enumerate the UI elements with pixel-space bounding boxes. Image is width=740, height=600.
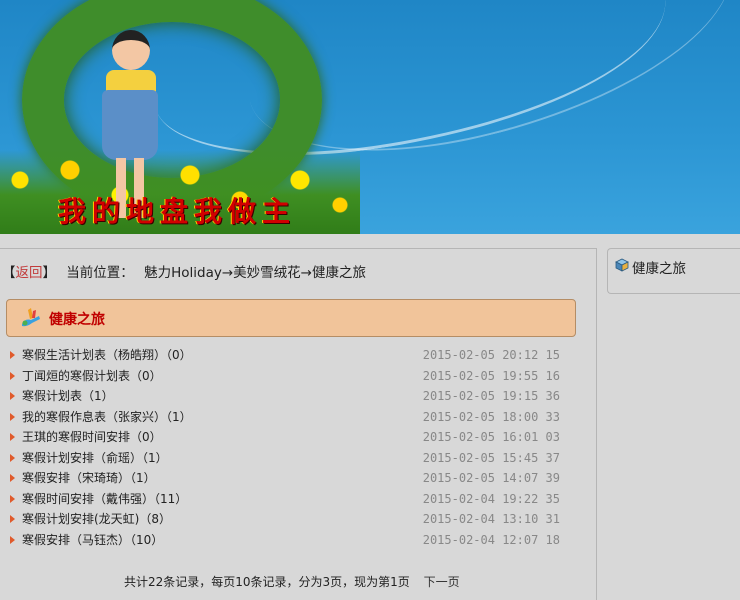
article-link[interactable]: 寒假计划表（1） (22, 386, 114, 406)
banner-title: 我的地盘我做主 (58, 195, 297, 228)
article-date: 2015-02-05 19:15 36 (422, 389, 560, 403)
arrow-bullet-icon (10, 535, 15, 544)
article-link[interactable]: 寒假安排（马钰杰）（10） (22, 530, 163, 550)
arrow-bullet-icon (10, 412, 15, 421)
list-item[interactable]: 寒假计划安排(龙天虹)（8） 2015-02-04 13:10 31 (10, 509, 566, 530)
sidebar-box: 健康之旅 (607, 248, 740, 294)
arrow-bullet-icon (10, 433, 15, 441)
list-item[interactable]: 寒假生活计划表（杨皓翔）（0） 2015-02-05 20:12 15 (10, 345, 566, 366)
list-item[interactable]: 寒假计划表（1） 2015-02-05 19:15 36 (10, 386, 566, 407)
hand-pen-icon (22, 308, 40, 327)
article-date: 2015-02-05 20:12 15 (422, 348, 560, 362)
breadcrumb-label: 当前位置： (66, 265, 134, 281)
arrow-bullet-icon (10, 474, 15, 482)
list-item[interactable]: 寒假计划安排（俞瑶）（1） 2015-02-05 15:45 37 (10, 448, 566, 469)
arrow-bullet-icon (10, 351, 15, 359)
article-date: 2015-02-04 19:22 35 (422, 491, 560, 506)
list-item[interactable]: 寒假安排（宋琦琦）（1） 2015-02-05 14:07 39 (10, 468, 566, 489)
header-banner: 我的地盘我做主 (0, 0, 740, 234)
list-item[interactable]: 寒假时间安排（戴伟强）（11） 2015-02-04 19:22 35 (10, 489, 566, 510)
article-date: 2015-02-05 14:07 39 (422, 471, 560, 485)
list-item[interactable]: 寒假安排（马钰杰）（10） 2015-02-04 12:07 18 (10, 530, 566, 551)
article-link[interactable]: 丁闻烜的寒假计划表（0） (22, 366, 162, 386)
article-link[interactable]: 寒假时间安排（戴伟强）（11） (22, 489, 187, 509)
list-item[interactable]: 王琪的寒假时间安排（0） 2015-02-05 16:01 03 (10, 427, 566, 448)
main-panel: 【返回】 当前位置： 魅力Holiday→美妙雪绒花→健康之旅 健康之旅 寒假生… (0, 248, 597, 600)
bracket-open: 【 (2, 265, 16, 281)
article-link[interactable]: 王琪的寒假时间安排（0） (22, 427, 162, 447)
back-link[interactable]: 返回 (16, 265, 43, 281)
article-date: 2015-02-04 13:10 31 (422, 512, 560, 526)
arrow-bullet-icon (10, 453, 15, 462)
article-date: 2015-02-04 12:07 18 (422, 532, 560, 547)
arrow-bullet-icon (10, 494, 15, 503)
bracket-close: 】 (42, 265, 57, 281)
article-date: 2015-02-05 15:45 37 (422, 450, 560, 465)
section-header: 健康之旅 (6, 299, 576, 337)
section-title: 健康之旅 (49, 312, 105, 328)
article-link[interactable]: 寒假计划安排（俞瑶）（1） (22, 448, 168, 468)
next-page-link[interactable]: 下一页 (424, 575, 460, 589)
pagination: 共计22条记录，每页10条记录，分为3页，现为第1页 下一页 (124, 573, 460, 590)
article-link[interactable]: 寒假计划安排(龙天虹)（8） (22, 509, 171, 529)
arrow-bullet-icon (10, 371, 15, 380)
list-item[interactable]: 丁闻烜的寒假计划表（0） 2015-02-05 19:55 16 (10, 366, 566, 387)
article-date: 2015-02-05 19:55 16 (422, 368, 560, 383)
article-link[interactable]: 我的寒假作息表（张家兴）（1） (22, 407, 192, 427)
breadcrumb-path: 魅力Holiday→美妙雪绒花→健康之旅 (144, 265, 366, 281)
box-icon (615, 258, 629, 272)
article-date: 2015-02-05 16:01 03 (422, 430, 560, 444)
breadcrumb: 【返回】 当前位置： 魅力Holiday→美妙雪绒花→健康之旅 (2, 261, 366, 281)
article-date: 2015-02-05 18:00 33 (422, 409, 560, 424)
list-item[interactable]: 我的寒假作息表（张家兴）（1） 2015-02-05 18:00 33 (10, 407, 566, 428)
article-list: 寒假生活计划表（杨皓翔）（0） 2015-02-05 20:12 15 丁闻烜的寒… (10, 345, 566, 550)
arrow-bullet-icon (10, 515, 15, 523)
article-link[interactable]: 寒假生活计划表（杨皓翔）（0） (22, 345, 192, 365)
pagination-summary: 共计22条记录，每页10条记录，分为3页，现为第1页 (124, 575, 410, 589)
arrow-bullet-icon (10, 392, 15, 400)
sidebar-title-link[interactable]: 健康之旅 (632, 257, 686, 277)
article-link[interactable]: 寒假安排（宋琦琦）（1） (22, 468, 156, 488)
